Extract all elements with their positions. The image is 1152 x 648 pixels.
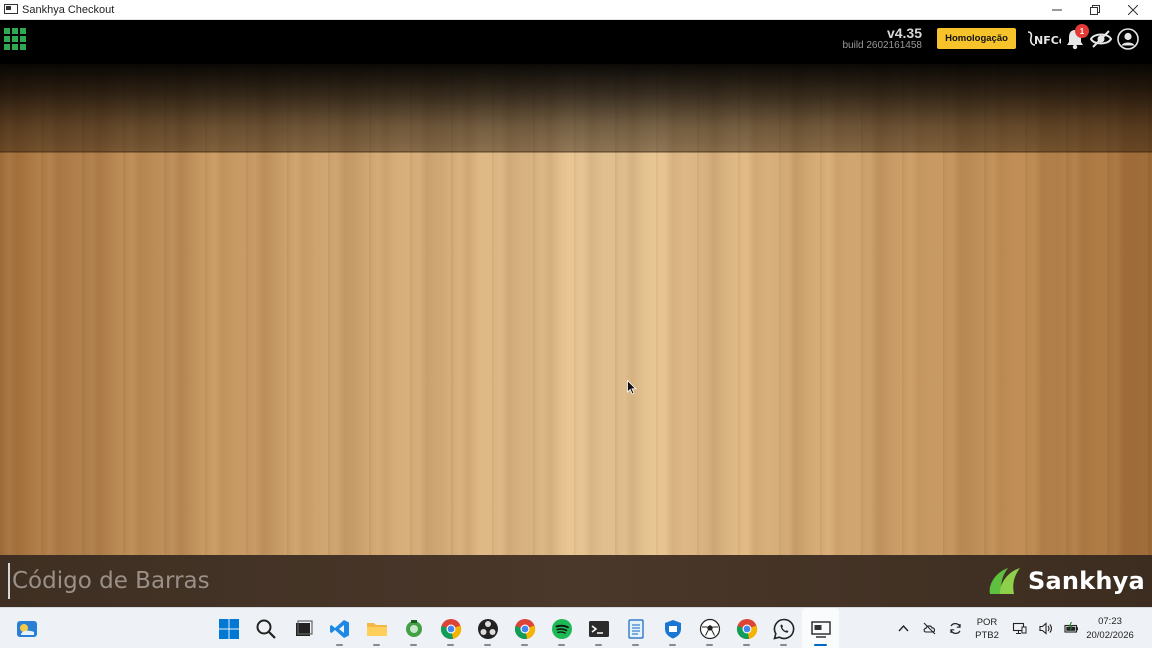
vscode-icon[interactable] <box>321 608 358 648</box>
close-button[interactable] <box>1114 0 1152 20</box>
volume-button[interactable] <box>1032 608 1058 648</box>
volume-icon <box>1038 622 1052 635</box>
battery-charging-icon <box>1063 621 1078 633</box>
minimize-button[interactable] <box>1038 0 1076 20</box>
barcode-bar: Sankhya <box>0 555 1152 607</box>
chrome-icon[interactable] <box>506 608 543 648</box>
spotify-icon[interactable] <box>543 608 580 648</box>
environment-badge[interactable]: Homologação <box>937 28 1016 49</box>
user-avatar-icon[interactable] <box>1117 28 1139 50</box>
app-window-icon <box>4 4 18 14</box>
tray-overflow-button[interactable] <box>890 608 916 648</box>
notification-badge: 1 <box>1075 24 1089 38</box>
version-info: v4.35 build 2602161458 <box>842 26 922 52</box>
cloud-sync-off-button[interactable] <box>916 608 942 648</box>
window-titlebar[interactable]: Sankhya Checkout <box>0 0 1152 20</box>
defender-icon[interactable] <box>654 608 691 648</box>
chrome-icon[interactable] <box>432 608 469 648</box>
nfce-label: NFCe <box>1034 34 1061 47</box>
version-number: v4.35 <box>886 25 922 41</box>
window-controls <box>1038 0 1152 20</box>
sync-icon <box>949 623 961 634</box>
widgets-icon[interactable] <box>15 617 39 641</box>
windows-taskbar: POR PTB2 07:23 20/02/2026 <box>0 607 1152 648</box>
network-icon <box>1012 622 1026 634</box>
search-icon[interactable] <box>247 608 284 648</box>
taskbar-clock[interactable]: 07:23 20/02/2026 <box>1080 615 1140 643</box>
brand-name: Sankhya <box>1028 567 1145 595</box>
language-code: POR <box>976 616 998 628</box>
whatsapp-icon[interactable] <box>765 608 802 648</box>
close-icon <box>1128 5 1138 15</box>
build-number: build 2602161458 <box>842 40 922 51</box>
sankhya-logo: Sankhya <box>986 564 1145 598</box>
restore-icon <box>1090 5 1100 15</box>
notepad-icon[interactable] <box>617 608 654 648</box>
network-button[interactable] <box>1006 608 1032 648</box>
task-view-icon[interactable] <box>284 608 321 648</box>
windows-start-icon[interactable] <box>210 608 247 648</box>
apps-grid-icon[interactable] <box>4 28 26 50</box>
barcode-input[interactable] <box>8 563 708 599</box>
app-header: v4.35 build 2602161458 Homologação NFCe … <box>0 20 1152 64</box>
restore-button[interactable] <box>1076 0 1114 20</box>
chrome-icon[interactable] <box>728 608 765 648</box>
checkout-icon[interactable] <box>802 608 839 648</box>
window-title: Sankhya Checkout <box>22 3 115 16</box>
nfce-icon[interactable]: NFCe <box>1025 29 1061 49</box>
sankhya-leaf-icon <box>989 568 1020 594</box>
mouse-cursor-icon <box>627 380 637 395</box>
soccer-icon[interactable] <box>691 608 728 648</box>
shelf-edge <box>0 151 1152 153</box>
sync-button[interactable] <box>942 608 968 648</box>
clock-date: 20/02/2026 <box>1086 630 1134 641</box>
header-shadow <box>0 64 1152 152</box>
language-indicator[interactable]: POR PTB2 <box>968 616 1006 642</box>
system-tray: POR PTB2 <box>890 608 1084 648</box>
obs-icon[interactable] <box>469 608 506 648</box>
screen: Sankhya Checkout v4.35 build 2602161458 … <box>0 0 1152 648</box>
taskbar-apps <box>210 608 839 648</box>
cloud-off-icon <box>923 622 935 635</box>
clock-time: 07:23 <box>1098 616 1122 627</box>
keyboard-layout: PTB2 <box>975 629 999 641</box>
chevron-up-icon <box>897 624 909 632</box>
minimize-icon <box>1052 9 1062 11</box>
terminal-icon[interactable] <box>580 608 617 648</box>
snip-icon[interactable] <box>395 608 432 648</box>
visibility-icon[interactable] <box>1090 28 1112 50</box>
file-explorer-icon[interactable] <box>358 608 395 648</box>
